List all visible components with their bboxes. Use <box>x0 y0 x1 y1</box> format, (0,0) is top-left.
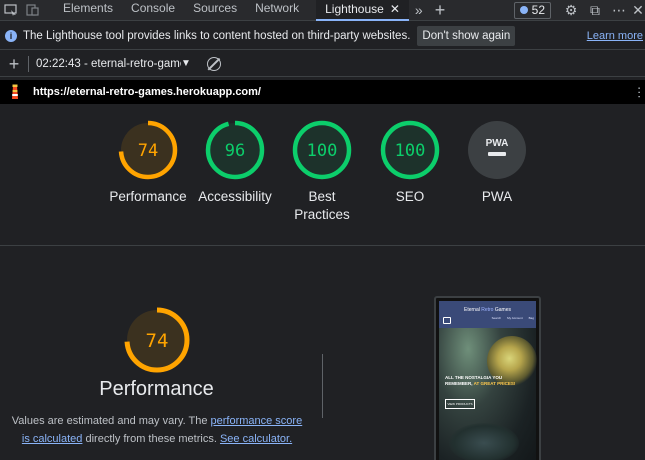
section-divider <box>322 354 323 418</box>
screenshot-view-products-button: VIEW PRODUCTS <box>445 399 475 409</box>
best-practices-label-line1: Best <box>308 189 336 204</box>
close-tab-icon[interactable]: ✕ <box>390 1 400 18</box>
performance-label: Performance <box>109 189 187 204</box>
perf-desc-prefix: Values are estimated and may vary. The <box>11 415 211 427</box>
performance-score: 74 <box>138 141 158 161</box>
seo-gauge-ring: 100 <box>380 120 440 180</box>
screenshot-nav-items: Search My Account Bag <box>491 316 534 320</box>
report-menu-icon[interactable]: ⋯ <box>632 86 645 99</box>
report-url-bar: https://eternal-retro-games.herokuapp.co… <box>0 80 645 104</box>
accessibility-label: Accessibility <box>198 189 272 204</box>
performance-detail-ring: 74 <box>124 307 190 373</box>
infobar-message: The Lighthouse tool provides links to co… <box>23 29 411 42</box>
learn-more-link[interactable]: Learn more <box>587 30 643 42</box>
report-selector[interactable]: 02:22:43 - eternal-retro-games ▼ <box>36 58 191 70</box>
tab-elements[interactable]: Elements <box>54 0 122 21</box>
gauge-seo[interactable]: 100 SEO <box>370 120 450 206</box>
best-practices-gauge-ring: 100 <box>292 120 352 180</box>
gauge-accessibility[interactable]: 96 Accessibility <box>195 120 275 206</box>
lighthouse-logo-icon <box>9 84 21 100</box>
performance-detail-score: 74 <box>146 330 169 352</box>
performance-detail-gauge: 74 <box>117 300 197 385</box>
dropdown-caret-icon: ▼ <box>181 58 191 69</box>
issues-count: 52 <box>531 3 545 17</box>
accessibility-score: 96 <box>225 141 245 161</box>
seo-score: 100 <box>395 141 426 161</box>
best-practices-score: 100 <box>307 141 338 161</box>
tab-sources[interactable]: Sources <box>184 0 246 21</box>
final-screenshot-thumbnail[interactable]: Eternal Retro Games Search My Account Ba… <box>434 296 541 460</box>
clear-all-icon[interactable] <box>206 56 221 71</box>
gauge-pwa[interactable]: PWA PWA <box>457 120 537 206</box>
pwa-badge-text: PWA <box>486 138 509 149</box>
issues-counter[interactable]: 52 <box>513 1 551 19</box>
screenshot-cup-image-2 <box>449 423 519 460</box>
best-practices-label-line2: Practices <box>294 207 350 222</box>
pwa-badge-icon: PWA <box>468 121 526 179</box>
screenshot-hero-text: ALL THE NOSTALGIA YOU REMEMBER, AT GREAT… <box>445 375 516 386</box>
inspect-element-icon[interactable] <box>0 0 22 21</box>
issue-icon <box>519 6 528 14</box>
report-selector-value: 02:22:43 - eternal-retro-games <box>36 57 181 70</box>
gauge-best-practices[interactable]: 100 Best Practices <box>282 120 362 224</box>
dont-show-again-button[interactable]: Don't show again <box>417 25 516 46</box>
tab-lighthouse[interactable]: Lighthouse ✕ <box>316 0 409 21</box>
third-party-infobar: i The Lighthouse tool provides links to … <box>0 22 645 50</box>
best-practices-label: Best Practices <box>282 188 362 224</box>
report-url[interactable]: https://eternal-retro-games.herokuapp.co… <box>33 86 261 98</box>
screenshot-menu-icon <box>443 317 451 324</box>
perf-desc-middle: directly from these metrics. <box>82 433 220 445</box>
toolbar-divider <box>28 55 29 72</box>
screenshot-brand: Eternal Retro Games <box>464 307 511 313</box>
new-report-plus-icon[interactable]: + <box>0 55 28 73</box>
pwa-label: PWA <box>481 189 513 204</box>
accessibility-gauge-ring: 96 <box>205 120 265 180</box>
more-options-icon[interactable]: ⋯ <box>607 2 631 19</box>
lighthouse-toolbar: + 02:22:43 - eternal-retro-games ▼ <box>0 51 645 77</box>
seo-label: SEO <box>395 189 425 204</box>
add-tab-icon[interactable]: + <box>429 1 452 19</box>
score-gauges: 74 Performance 96 Accessibility 100 Best… <box>0 104 645 246</box>
close-devtools-icon[interactable]: ✕ <box>631 2 645 19</box>
tab-lighthouse-label: Lighthouse <box>325 1 384 16</box>
devtools-tabbar: Elements Console Sources Network Lightho… <box>0 0 645 21</box>
performance-description: Values are estimated and may vary. The p… <box>8 412 306 448</box>
screenshot-hero: ALL THE NOSTALGIA YOU REMEMBER, AT GREAT… <box>439 328 537 460</box>
remote-devices-icon[interactable]: ⧉ <box>583 2 607 19</box>
gauge-performance[interactable]: 74 Performance <box>108 120 188 206</box>
performance-detail-title: Performance <box>99 378 214 400</box>
info-icon: i <box>5 29 17 42</box>
tab-console[interactable]: Console <box>122 0 184 21</box>
tab-network[interactable]: Network <box>246 0 308 21</box>
see-calculator-link[interactable]: See calculator. <box>220 433 292 445</box>
device-toolbar-icon[interactable] <box>22 0 44 21</box>
screenshot-navbar: Eternal Retro Games Search My Account Ba… <box>439 301 536 328</box>
performance-gauge-ring: 74 <box>118 120 178 180</box>
settings-gear-icon[interactable]: ⚙ <box>559 2 583 19</box>
more-tabs-icon[interactable]: » <box>409 2 429 18</box>
